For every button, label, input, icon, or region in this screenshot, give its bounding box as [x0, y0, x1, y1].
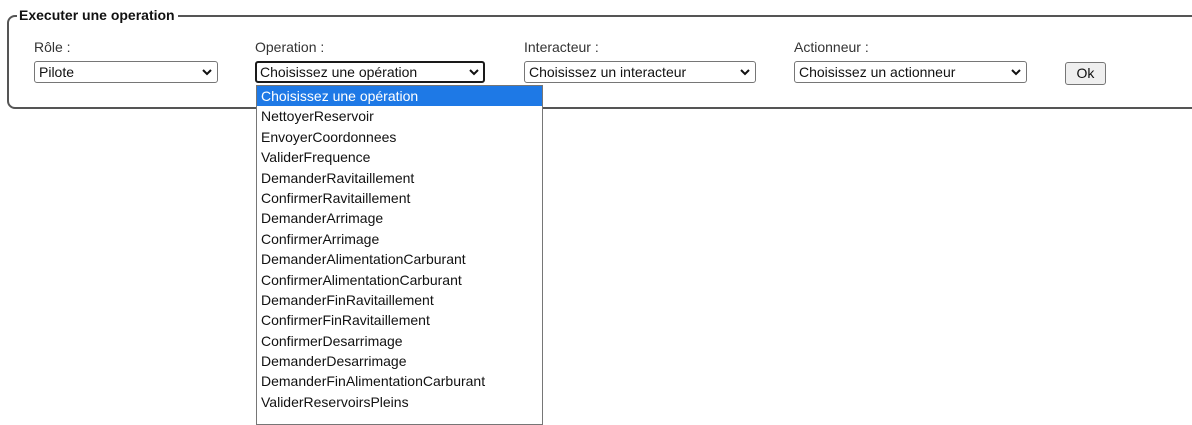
role-select-value: Pilote [39, 64, 75, 80]
operation-option[interactable]: NettoyerReservoir [257, 106, 542, 126]
chevron-down-icon [1011, 69, 1021, 76]
fieldset-legend: Executer une operation [17, 6, 178, 24]
operation-option[interactable]: Choisissez une opération [257, 86, 542, 107]
operation-label: Operation : [255, 39, 325, 55]
operation-option[interactable]: DemanderAlimentationCarburant [257, 249, 542, 269]
role-label: Rôle : [34, 39, 71, 55]
operation-option[interactable]: DemanderRavitaillement [257, 168, 542, 188]
operation-option[interactable]: ConfirmerFinRavitaillement [257, 310, 542, 330]
actionneur-select-value: Choisissez un actionneur [799, 64, 956, 80]
actionneur-select[interactable]: Choisissez un actionneur [794, 61, 1027, 83]
operation-option[interactable]: DemanderFinRavitaillement [257, 290, 542, 310]
operation-select-value: Choisissez une opération [260, 64, 418, 80]
operation-option[interactable]: ConfirmerAlimentationCarburant [257, 270, 542, 290]
operation-option[interactable]: ValiderReservoirsPleins [257, 392, 542, 412]
operation-option[interactable]: EnvoyerCoordonnees [257, 127, 542, 147]
operation-option[interactable]: DemanderDesarrimage [257, 351, 542, 371]
ok-button[interactable]: Ok [1065, 62, 1106, 85]
operation-dropdown-list: Choisissez une opération NettoyerReservo… [256, 85, 543, 425]
operation-option[interactable]: ConfirmerArrimage [257, 229, 542, 249]
interacteur-select-value: Choisissez un interacteur [529, 64, 687, 80]
interacteur-select[interactable]: Choisissez un interacteur [524, 61, 756, 83]
operation-option[interactable]: ValiderFrequence [257, 147, 542, 167]
operation-select[interactable]: Choisissez une opération [255, 61, 485, 83]
role-select[interactable]: Pilote [34, 61, 218, 83]
operation-option[interactable]: ConfirmerRavitaillement [257, 188, 542, 208]
chevron-down-icon [740, 69, 750, 76]
operation-option[interactable]: ConfirmerDesarrimage [257, 331, 542, 351]
chevron-down-icon [469, 69, 479, 76]
operation-option[interactable]: DemanderFinAlimentationCarburant [257, 371, 542, 391]
operation-option[interactable]: DemanderArrimage [257, 208, 542, 228]
interacteur-label: Interacteur : [524, 39, 599, 55]
chevron-down-icon [202, 69, 212, 76]
actionneur-label: Actionneur : [794, 39, 869, 55]
